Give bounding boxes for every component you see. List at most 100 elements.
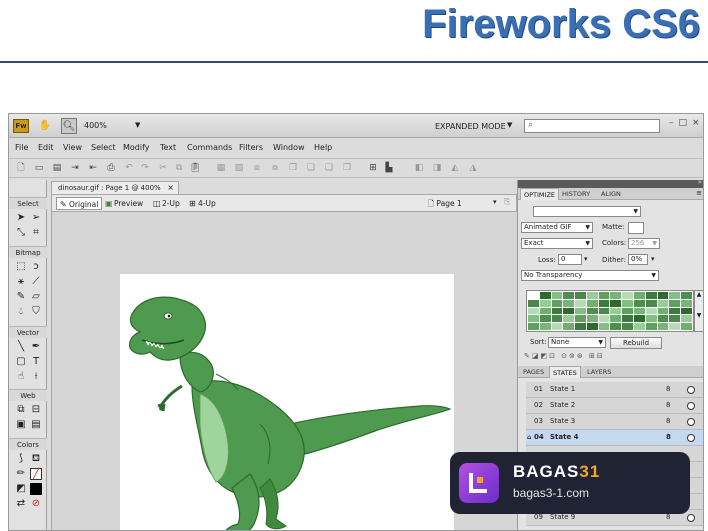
palette-edit-icons[interactable]: ✎◪◩⊡ ⊙⊚⊛ ⊞⊟ bbox=[524, 352, 605, 360]
import-icon[interactable]: ⇥ bbox=[69, 162, 81, 174]
palette-swatch[interactable] bbox=[586, 307, 598, 315]
bring-front-icon[interactable]: ❐ bbox=[287, 162, 299, 174]
hide-slices-icon[interactable]: ▣ bbox=[15, 419, 27, 431]
panel-menu-icon[interactable]: ≡ bbox=[696, 189, 702, 197]
tab-states[interactable]: STATES bbox=[549, 366, 581, 378]
state-visibility-icon[interactable] bbox=[687, 514, 695, 522]
search-input[interactable]: ⌕ bbox=[524, 119, 660, 133]
zoom-tool-icon[interactable]: 🔍︎ bbox=[61, 118, 77, 134]
palette-swatch[interactable] bbox=[598, 292, 610, 299]
palette-swatch[interactable] bbox=[598, 299, 610, 307]
palette-swatch[interactable] bbox=[669, 292, 681, 299]
rotate-right-icon[interactable]: ◨ bbox=[431, 162, 443, 174]
hand-tool-icon[interactable]: ✋ bbox=[37, 118, 53, 134]
menu-text[interactable]: Text bbox=[160, 143, 176, 152]
fill-none-icon[interactable]: ╱ bbox=[30, 468, 42, 480]
palette-swatch[interactable] bbox=[563, 307, 575, 315]
menu-file[interactable]: File bbox=[15, 143, 28, 152]
rebuild-button[interactable]: Rebuild bbox=[610, 337, 662, 349]
pointer-tool-icon[interactable]: ➤ bbox=[15, 212, 27, 224]
tab-preview[interactable]: ▣Preview bbox=[102, 197, 146, 210]
flip-vertical-icon[interactable]: ◮ bbox=[467, 162, 479, 174]
palette-swatch[interactable] bbox=[657, 292, 669, 299]
rectangle-tool-icon[interactable]: ▢ bbox=[15, 356, 27, 368]
palette-swatch[interactable] bbox=[622, 292, 634, 299]
magic-wand-tool-icon[interactable]: ⚹ bbox=[15, 276, 27, 288]
palette-swatch[interactable] bbox=[622, 307, 634, 315]
palette-swatch[interactable] bbox=[563, 292, 575, 299]
fill-color-swatch[interactable] bbox=[30, 483, 42, 495]
palette-swatch[interactable] bbox=[586, 323, 598, 330]
blur-tool-icon[interactable]: 💧︎ bbox=[15, 306, 27, 318]
palette-swatch[interactable] bbox=[575, 292, 586, 299]
palette-swatch[interactable] bbox=[528, 292, 539, 299]
cut-icon[interactable]: ✂ bbox=[157, 162, 169, 174]
palette-swatch[interactable] bbox=[645, 299, 657, 307]
page-options-icon[interactable]: ⎘ bbox=[504, 197, 510, 207]
split-icon[interactable]: ⧇ bbox=[269, 162, 281, 174]
save-icon[interactable]: ▤ bbox=[51, 162, 63, 174]
slice-tool-icon[interactable]: ⊟ bbox=[30, 404, 42, 416]
palette-swatch[interactable] bbox=[634, 307, 645, 315]
menu-edit[interactable]: Edit bbox=[38, 143, 54, 152]
state-row[interactable]: 01 State 1 8 bbox=[526, 382, 703, 398]
document-tab[interactable]: dinosaur.gif : Page 1 @ 400% × bbox=[51, 181, 179, 194]
marquee-tool-icon[interactable]: ⬚ bbox=[15, 261, 27, 273]
ungroup-icon[interactable]: ▧ bbox=[233, 162, 245, 174]
format-select[interactable]: Animated GIF ▼ bbox=[521, 222, 593, 233]
new-document-icon[interactable]: 🗋 bbox=[15, 162, 27, 174]
rubber-stamp-tool-icon[interactable]: ⛉ bbox=[30, 306, 42, 318]
lasso-tool-icon[interactable]: ↄ bbox=[30, 261, 42, 273]
colors-select[interactable]: 256 ▼ bbox=[628, 238, 660, 249]
palette-swatch[interactable] bbox=[575, 315, 586, 323]
palette-swatch[interactable] bbox=[539, 307, 551, 315]
palette-swatch[interactable] bbox=[622, 299, 634, 307]
join-icon[interactable]: ⧈ bbox=[251, 162, 263, 174]
palette-swatch[interactable] bbox=[598, 323, 610, 330]
brush-tool-icon[interactable]: ⟋ bbox=[30, 276, 42, 288]
palette-swatch[interactable] bbox=[539, 315, 551, 323]
tab-original[interactable]: ✎ Original bbox=[56, 197, 103, 210]
flip-horizontal-icon[interactable]: ◭ bbox=[449, 162, 461, 174]
palette-swatch[interactable] bbox=[669, 323, 681, 330]
palette-swatch[interactable] bbox=[610, 299, 622, 307]
palette-scrollbar[interactable]: ▲ ▼ bbox=[694, 290, 703, 332]
zoom-dropdown-icon[interactable]: ▼ bbox=[135, 121, 140, 129]
palette-swatch[interactable] bbox=[551, 307, 563, 315]
menu-modify[interactable]: Modify bbox=[123, 143, 150, 152]
palette-swatch[interactable] bbox=[563, 323, 575, 330]
loss-input[interactable]: 0 bbox=[558, 254, 582, 265]
palette-swatch[interactable] bbox=[598, 307, 610, 315]
palette-swatch[interactable] bbox=[657, 323, 669, 330]
matte-swatch[interactable] bbox=[628, 222, 644, 234]
menu-commands[interactable]: Commands bbox=[187, 143, 232, 152]
palette-swatch[interactable] bbox=[645, 292, 657, 299]
palette-swatch[interactable] bbox=[681, 307, 692, 315]
pencil-tool-icon[interactable]: ✎ bbox=[15, 291, 27, 303]
align-icon[interactable]: ⊞ bbox=[367, 162, 379, 174]
preset-select[interactable]: ▼ bbox=[533, 206, 641, 217]
palette-swatch[interactable] bbox=[575, 299, 586, 307]
palette-swatch[interactable] bbox=[669, 299, 681, 307]
palette-swatch[interactable] bbox=[610, 323, 622, 330]
palette-swatch[interactable] bbox=[586, 292, 598, 299]
page-dropdown-icon[interactable]: ▾ bbox=[493, 198, 497, 206]
palette-swatch[interactable] bbox=[598, 315, 610, 323]
no-stroke-icon[interactable]: ⊘ bbox=[30, 498, 42, 510]
swap-colors-icon[interactable]: ⇄ bbox=[15, 498, 27, 510]
transparency-select[interactable]: No Transparency ▼ bbox=[521, 270, 659, 281]
group-icon[interactable]: ▦ bbox=[215, 162, 227, 174]
color-palette[interactable] bbox=[526, 290, 694, 332]
window-controls[interactable]: –□× bbox=[669, 118, 703, 128]
send-backward-icon[interactable]: ❑ bbox=[323, 162, 335, 174]
palette-swatch[interactable] bbox=[551, 315, 563, 323]
palette-swatch[interactable] bbox=[622, 323, 634, 330]
document-canvas[interactable] bbox=[120, 274, 454, 530]
stroke-color-icon[interactable]: ✏ bbox=[15, 468, 27, 480]
align-menu-icon[interactable]: ▙ bbox=[383, 162, 395, 174]
tab-pages[interactable]: PAGES bbox=[520, 366, 547, 378]
tab-2up[interactable]: ◫2-Up bbox=[150, 197, 183, 210]
canvas-area[interactable] bbox=[51, 212, 517, 530]
palette-swatch[interactable] bbox=[645, 323, 657, 330]
bring-forward-icon[interactable]: ❏ bbox=[305, 162, 317, 174]
